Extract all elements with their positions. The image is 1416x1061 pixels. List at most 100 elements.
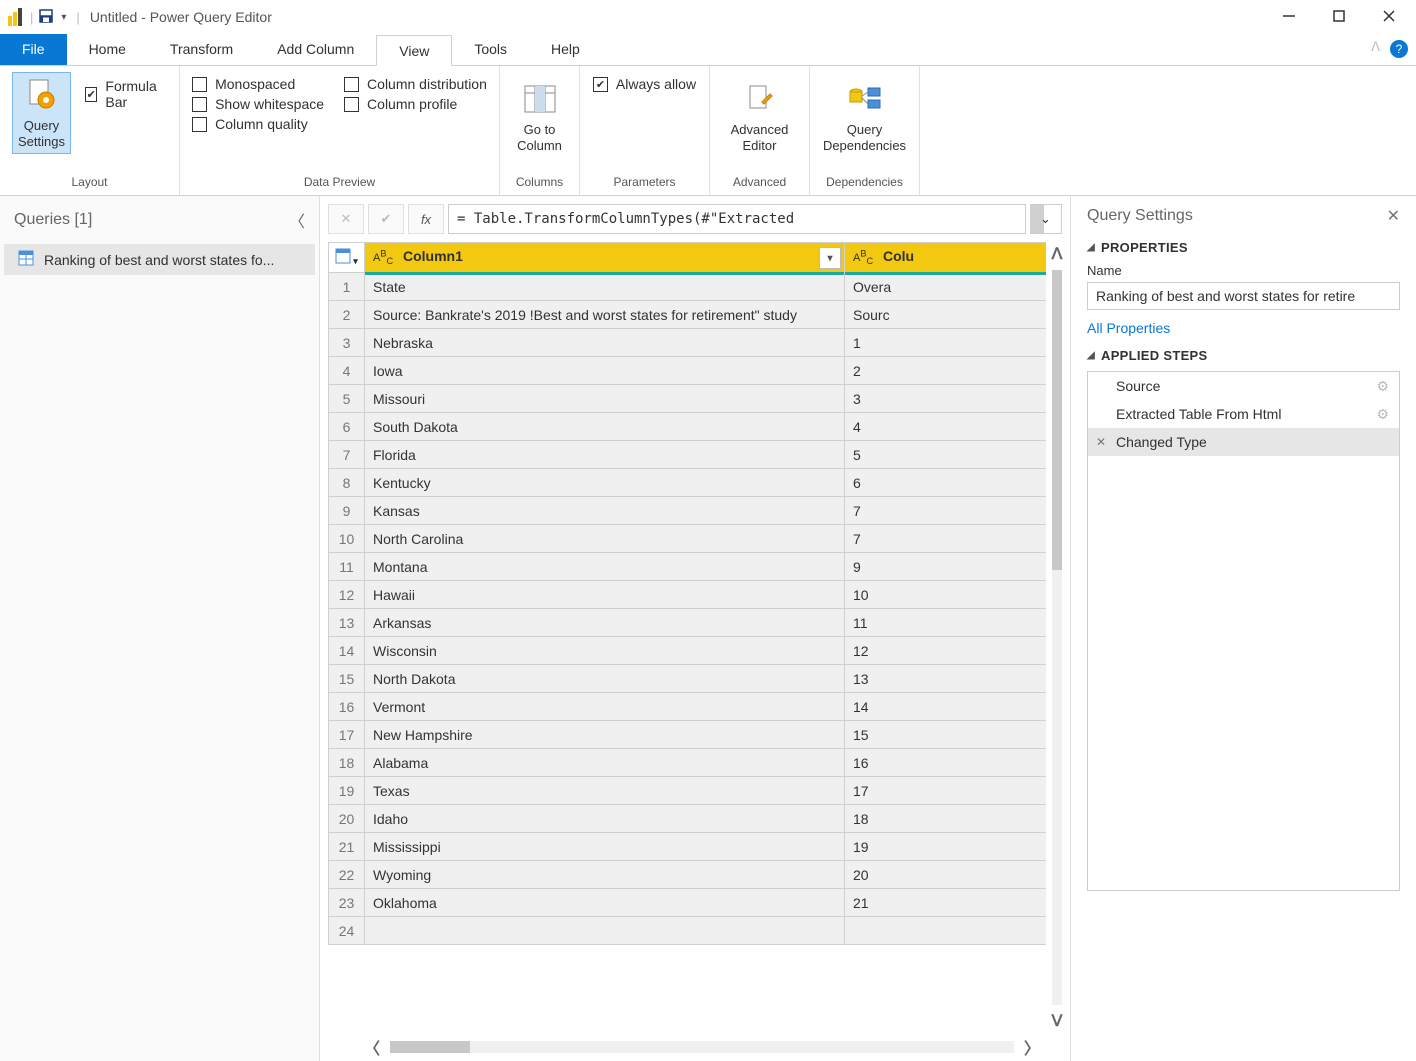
fx-button[interactable]: fx bbox=[408, 204, 444, 234]
table-row[interactable]: 15North Dakota13 bbox=[329, 665, 1047, 693]
table-row[interactable]: 9Kansas7 bbox=[329, 497, 1047, 525]
scroll-right-icon[interactable]: 〉 bbox=[1024, 1035, 1040, 1059]
close-settings-icon[interactable]: ✕ bbox=[1387, 206, 1400, 226]
minimize-button[interactable] bbox=[1278, 9, 1300, 26]
menu-help[interactable]: Help bbox=[529, 34, 602, 65]
cell[interactable]: Kentucky bbox=[365, 469, 845, 497]
query-settings-button[interactable]: Query Settings bbox=[12, 72, 71, 154]
cell[interactable]: Wisconsin bbox=[365, 637, 845, 665]
table-row[interactable]: 5Missouri3 bbox=[329, 385, 1047, 413]
cell[interactable]: 15 bbox=[845, 721, 1047, 749]
row-number[interactable]: 4 bbox=[329, 357, 365, 385]
cell[interactable]: Missouri bbox=[365, 385, 845, 413]
collapse-queries-icon[interactable]: 〈 bbox=[289, 208, 305, 232]
cell[interactable]: Hawaii bbox=[365, 581, 845, 609]
cell[interactable]: 1 bbox=[845, 329, 1047, 357]
scroll-down-icon[interactable]: ᐯ bbox=[1052, 1011, 1063, 1031]
table-row[interactable]: 18Alabama16 bbox=[329, 749, 1047, 777]
row-number[interactable]: 2 bbox=[329, 301, 365, 329]
scroll-left-icon[interactable]: 〈 bbox=[364, 1035, 380, 1059]
cell[interactable]: New Hampshire bbox=[365, 721, 845, 749]
row-number[interactable]: 14 bbox=[329, 637, 365, 665]
column-distribution-checkbox[interactable]: Column distribution bbox=[344, 76, 487, 92]
cell[interactable]: 17 bbox=[845, 777, 1047, 805]
table-row[interactable]: 19Texas17 bbox=[329, 777, 1047, 805]
table-row[interactable]: 6South Dakota4 bbox=[329, 413, 1047, 441]
cell[interactable]: 7 bbox=[845, 525, 1047, 553]
row-number[interactable]: 24 bbox=[329, 917, 365, 945]
show-whitespace-checkbox[interactable]: Show whitespace bbox=[192, 96, 324, 112]
table-row[interactable]: 13Arkansas11 bbox=[329, 609, 1047, 637]
cell[interactable]: 19 bbox=[845, 833, 1047, 861]
applied-steps-heading[interactable]: ◢APPLIED STEPS bbox=[1087, 348, 1400, 363]
menu-file[interactable]: File bbox=[0, 34, 67, 65]
select-all-corner[interactable]: ▾ bbox=[329, 243, 365, 273]
menu-transform[interactable]: Transform bbox=[148, 34, 255, 65]
formula-input[interactable]: = Table.TransformColumnTypes(#"Extracted bbox=[448, 204, 1026, 234]
row-number[interactable]: 13 bbox=[329, 609, 365, 637]
cell[interactable]: Nebraska bbox=[365, 329, 845, 357]
qat-dropdown-icon[interactable]: ▾ bbox=[61, 12, 66, 23]
row-number[interactable]: 8 bbox=[329, 469, 365, 497]
cell[interactable]: 21 bbox=[845, 889, 1047, 917]
cell[interactable]: Idaho bbox=[365, 805, 845, 833]
table-row[interactable]: 14Wisconsin12 bbox=[329, 637, 1047, 665]
cell[interactable]: Iowa bbox=[365, 357, 845, 385]
cell[interactable]: Overa bbox=[845, 273, 1047, 301]
cell[interactable]: Source: Bankrate's 2019 !Best and worst … bbox=[365, 301, 845, 329]
table-row[interactable]: 16Vermont14 bbox=[329, 693, 1047, 721]
row-number[interactable]: 5 bbox=[329, 385, 365, 413]
cell[interactable]: South Dakota bbox=[365, 413, 845, 441]
row-number[interactable]: 9 bbox=[329, 497, 365, 525]
row-number[interactable]: 23 bbox=[329, 889, 365, 917]
gear-icon[interactable]: ⚙ bbox=[1376, 378, 1389, 395]
table-row[interactable]: 12Hawaii10 bbox=[329, 581, 1047, 609]
cell[interactable]: Oklahoma bbox=[365, 889, 845, 917]
cell[interactable]: 6 bbox=[845, 469, 1047, 497]
cell[interactable]: 18 bbox=[845, 805, 1047, 833]
menu-add-column[interactable]: Add Column bbox=[255, 34, 376, 65]
table-row[interactable]: 4Iowa2 bbox=[329, 357, 1047, 385]
cell[interactable]: Kansas bbox=[365, 497, 845, 525]
table-row[interactable]: 21Mississippi19 bbox=[329, 833, 1047, 861]
scroll-thumb[interactable] bbox=[390, 1041, 470, 1053]
column-quality-checkbox[interactable]: Column quality bbox=[192, 116, 324, 132]
gear-icon[interactable]: ⚙ bbox=[1376, 406, 1389, 423]
row-number[interactable]: 16 bbox=[329, 693, 365, 721]
cell[interactable]: Wyoming bbox=[365, 861, 845, 889]
collapse-ribbon-icon[interactable]: ᐱ bbox=[1361, 34, 1390, 65]
cell[interactable]: Arkansas bbox=[365, 609, 845, 637]
cell[interactable]: 3 bbox=[845, 385, 1047, 413]
cell[interactable]: North Dakota bbox=[365, 665, 845, 693]
column-profile-checkbox[interactable]: Column profile bbox=[344, 96, 487, 112]
table-row[interactable]: 24 bbox=[329, 917, 1047, 945]
scroll-thumb[interactable] bbox=[1052, 270, 1062, 570]
commit-formula-button[interactable]: ✔ bbox=[368, 204, 404, 234]
advanced-editor-button[interactable]: Advanced Editor bbox=[725, 76, 795, 158]
scroll-up-icon[interactable]: ᐱ bbox=[1052, 244, 1063, 264]
cell[interactable]: 16 bbox=[845, 749, 1047, 777]
row-number[interactable]: 20 bbox=[329, 805, 365, 833]
row-number[interactable]: 3 bbox=[329, 329, 365, 357]
row-number[interactable]: 15 bbox=[329, 665, 365, 693]
table-row[interactable]: 1StateOvera bbox=[329, 273, 1047, 301]
table-row[interactable]: 7Florida5 bbox=[329, 441, 1047, 469]
delete-step-icon[interactable]: ✕ bbox=[1096, 435, 1106, 449]
table-row[interactable]: 10North Carolina7 bbox=[329, 525, 1047, 553]
cell[interactable]: 2 bbox=[845, 357, 1047, 385]
data-grid[interactable]: ▾ ABC Column1 ▾ ABC Colu 1StateOvera2 bbox=[328, 242, 1046, 945]
row-number[interactable]: 6 bbox=[329, 413, 365, 441]
applied-step[interactable]: Extracted Table From Html⚙ bbox=[1088, 400, 1399, 428]
table-row[interactable]: 20Idaho18 bbox=[329, 805, 1047, 833]
cell[interactable]: 4 bbox=[845, 413, 1047, 441]
maximize-button[interactable] bbox=[1328, 9, 1350, 26]
cell[interactable]: Vermont bbox=[365, 693, 845, 721]
table-row[interactable]: 3Nebraska1 bbox=[329, 329, 1047, 357]
vertical-scrollbar[interactable]: ᐱ ᐯ bbox=[1048, 244, 1066, 1031]
table-row[interactable]: 17New Hampshire15 bbox=[329, 721, 1047, 749]
row-number[interactable]: 10 bbox=[329, 525, 365, 553]
column-header-column1[interactable]: ABC Column1 ▾ bbox=[365, 243, 845, 273]
cell[interactable]: Mississippi bbox=[365, 833, 845, 861]
expand-formula-button[interactable]: ⌄ bbox=[1030, 204, 1062, 234]
always-allow-checkbox[interactable]: ✔Always allow bbox=[593, 76, 696, 92]
